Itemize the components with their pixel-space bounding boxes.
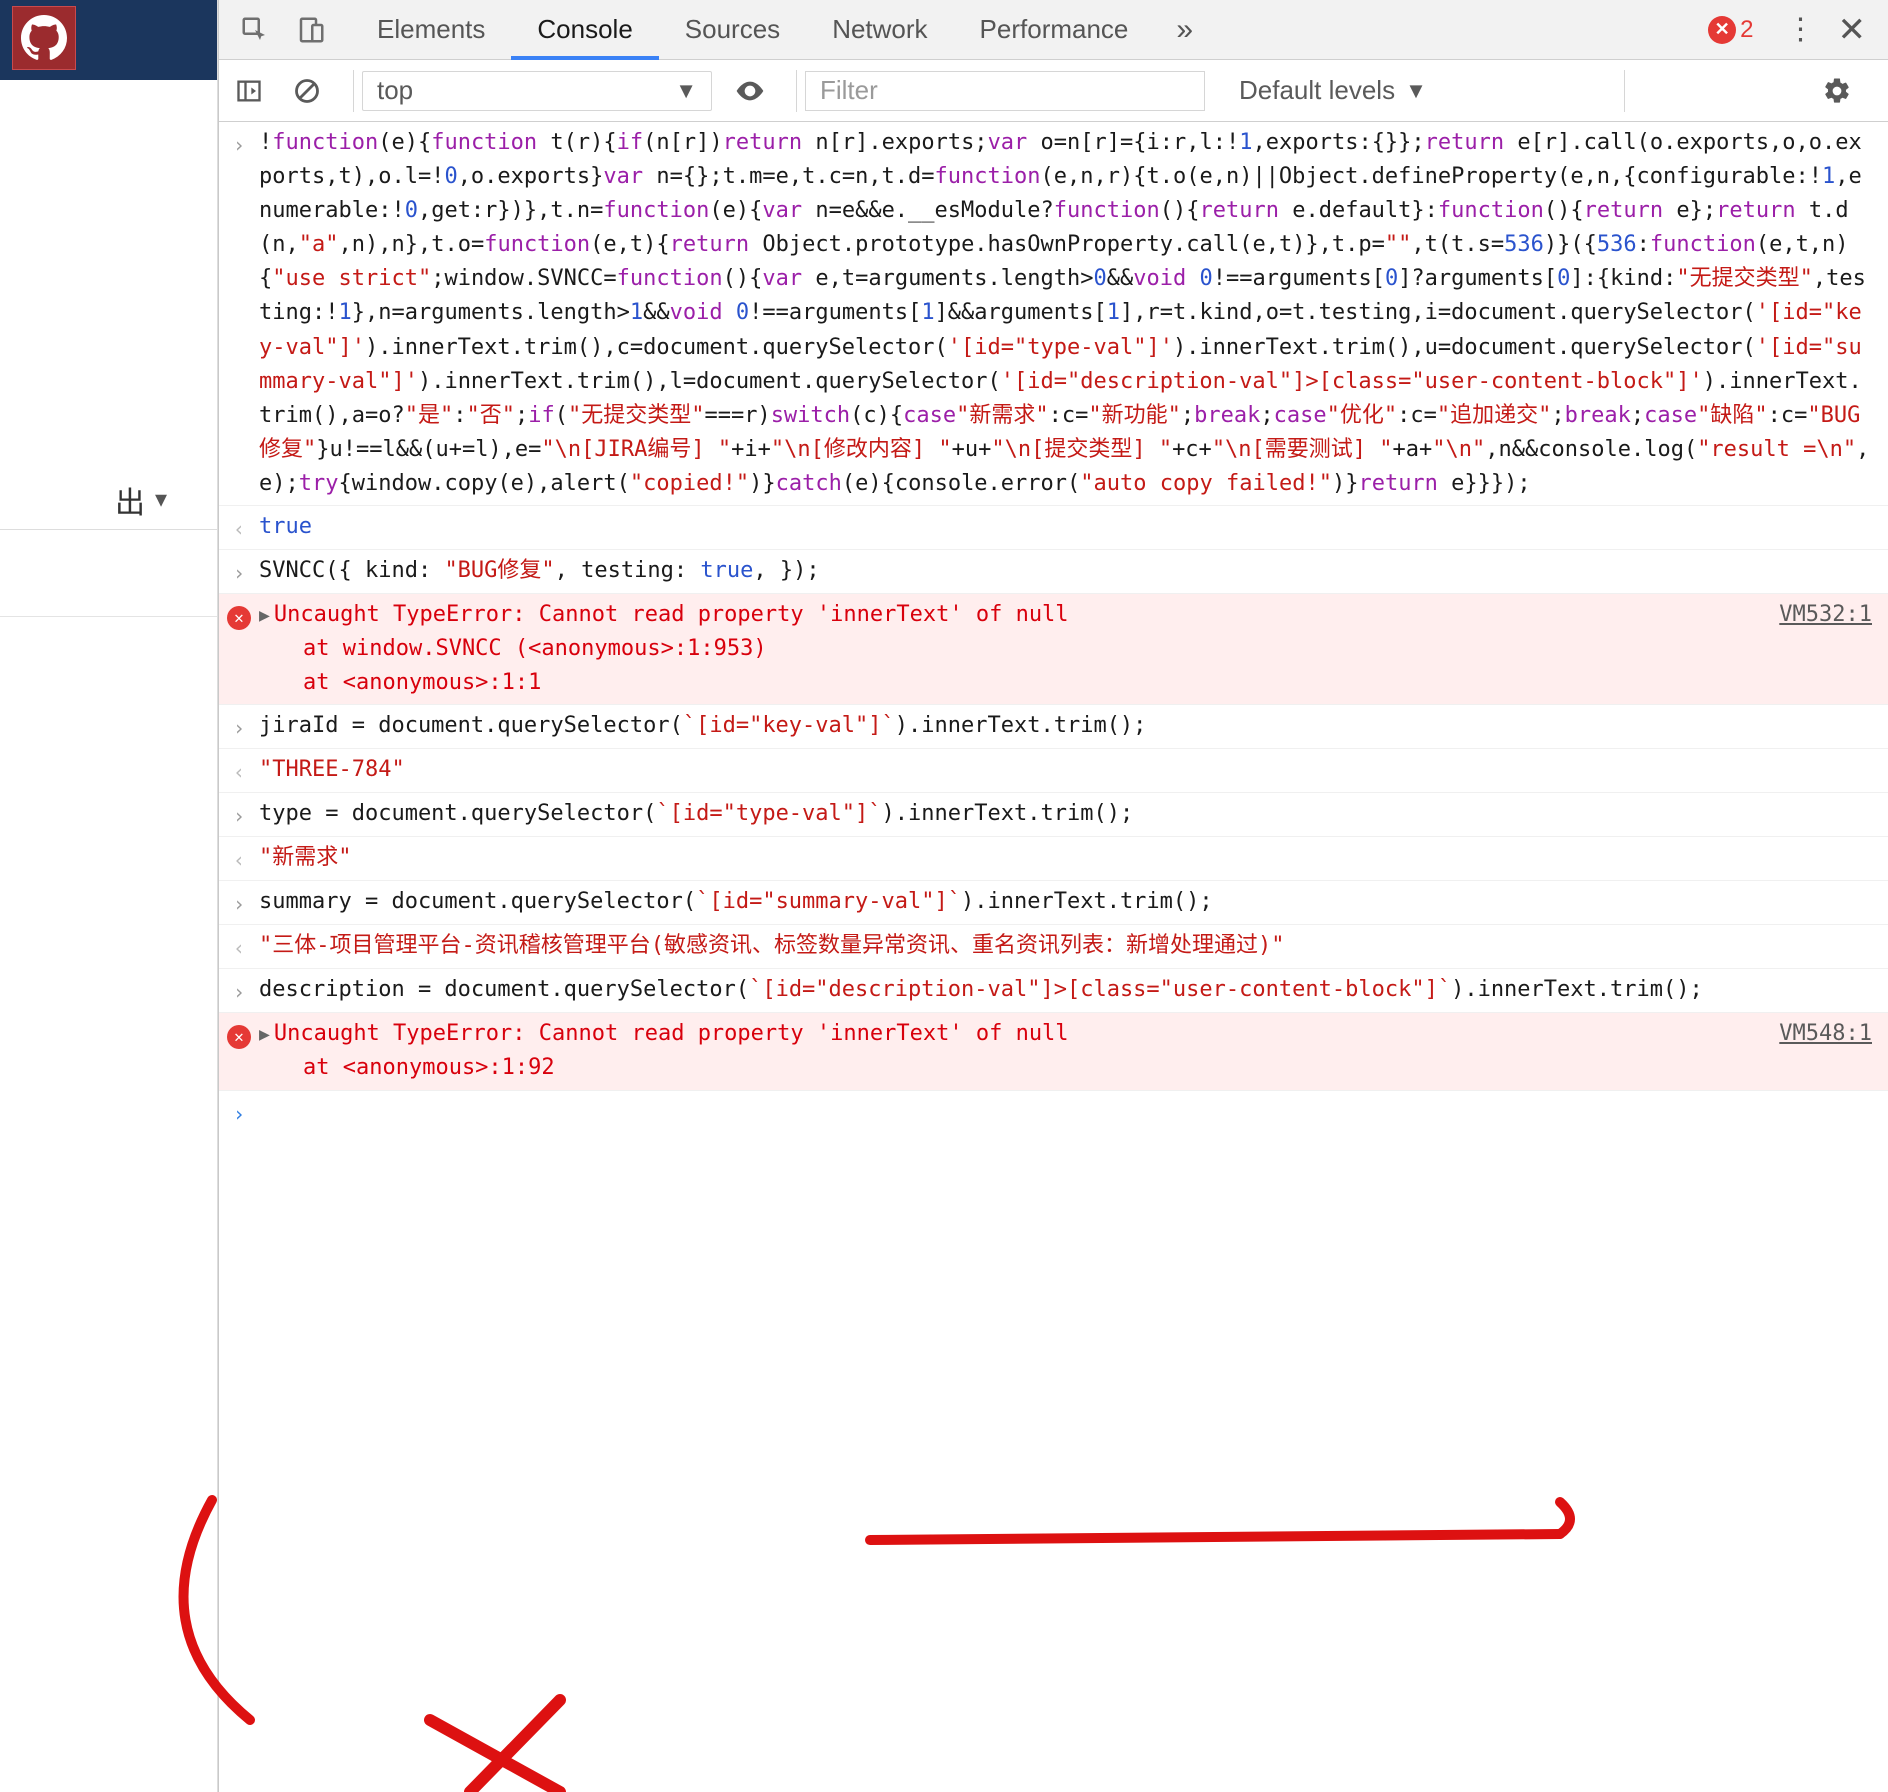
console-output-row: ‹ true	[219, 506, 1888, 550]
chevron-left-icon: ‹	[233, 845, 245, 876]
tab-elements[interactable]: Elements	[351, 0, 511, 60]
tab-performance[interactable]: Performance	[954, 0, 1155, 60]
console-result: "新需求"	[259, 841, 1872, 876]
devtools-tab-strip: Elements Console Sources Network Perform…	[219, 0, 1888, 60]
console-prompt-input[interactable]	[259, 1095, 1872, 1130]
chevron-right-icon: ›	[233, 801, 245, 832]
caret-down-icon: ▼	[675, 78, 697, 104]
app-header	[0, 0, 217, 80]
console-input-row: › summary = document.querySelector(`[id=…	[219, 881, 1888, 925]
divider	[0, 616, 217, 617]
console-result: "三体-项目管理平台-资讯稽核管理平台(敏感资讯、标签数量异常资讯、重名资讯列表…	[259, 929, 1872, 964]
clear-console-icon[interactable]	[287, 71, 327, 111]
error-count: 2	[1740, 16, 1753, 44]
console-code: description = document.querySelector(`[i…	[259, 973, 1872, 1008]
live-expression-icon[interactable]	[730, 71, 770, 111]
inspect-element-icon[interactable]	[233, 8, 277, 52]
console-output-row: ‹ "THREE-784"	[219, 749, 1888, 793]
console-input-row: › SVNCC({ kind: "BUG修复", testing: true, …	[219, 550, 1888, 594]
context-selector[interactable]: top ▼	[362, 71, 712, 111]
app-sliver: 出 ▾	[0, 0, 218, 1792]
tab-console[interactable]: Console	[511, 0, 658, 60]
console-output-row: ‹ "新需求"	[219, 837, 1888, 881]
console-code: jiraId = document.querySelector(`[id="ke…	[259, 709, 1872, 744]
caret-down-icon: ▼	[1405, 78, 1427, 104]
error-message: ▶Uncaught TypeError: Cannot read propert…	[259, 598, 1749, 700]
console-prompt-row[interactable]: ›	[219, 1091, 1888, 1134]
filter-input[interactable]	[805, 71, 1205, 111]
log-levels-label: Default levels	[1239, 75, 1395, 106]
device-toolbar-icon[interactable]	[289, 8, 333, 52]
chevron-right-icon: ›	[233, 713, 245, 744]
chevron-right-icon: ›	[233, 130, 245, 501]
error-badge[interactable]: ✕ 2	[1708, 16, 1767, 44]
console-code: summary = document.querySelector(`[id="s…	[259, 885, 1872, 920]
console-input-row: › jiraId = document.querySelector(`[id="…	[219, 705, 1888, 749]
console-result: true	[259, 510, 1872, 545]
chevron-left-icon: ‹	[233, 933, 245, 964]
error-icon: ✕	[227, 1025, 251, 1049]
octocat-icon	[21, 15, 67, 61]
console-error-row[interactable]: ✕ ▶Uncaught TypeError: Cannot read prope…	[219, 1013, 1888, 1090]
console-output-row: ‹ "三体-项目管理平台-资讯稽核管理平台(敏感资讯、标签数量异常资讯、重名资讯…	[219, 925, 1888, 969]
disclosure-triangle-icon[interactable]: ▶	[259, 1024, 270, 1045]
console-result: "THREE-784"	[259, 753, 1872, 788]
console-error-row[interactable]: ✕ ▶Uncaught TypeError: Cannot read prope…	[219, 594, 1888, 705]
app-logo[interactable]	[12, 6, 76, 70]
close-devtools-icon[interactable]: ✕	[1838, 10, 1867, 50]
console-input-row: › !function(e){function t(r){if(n[r])ret…	[219, 122, 1888, 506]
error-icon: ✕	[227, 606, 251, 630]
chevron-right-icon: ›	[233, 1099, 245, 1130]
console-settings-icon[interactable]	[1820, 71, 1860, 111]
console-code: type = document.querySelector(`[id="type…	[259, 797, 1872, 832]
export-label: 出	[115, 478, 145, 522]
chevron-left-icon: ‹	[233, 757, 245, 788]
tab-sources[interactable]: Sources	[659, 0, 806, 60]
chevron-right-icon: ›	[233, 889, 245, 920]
export-dropdown[interactable]: 出 ▾	[0, 470, 217, 530]
log-levels-selector[interactable]: Default levels ▼	[1229, 75, 1437, 106]
chevron-left-icon: ‹	[233, 514, 245, 545]
tab-network[interactable]: Network	[806, 0, 953, 60]
context-value: top	[377, 75, 413, 106]
caret-down-icon: ▾	[155, 485, 167, 514]
console-input-row: › type = document.querySelector(`[id="ty…	[219, 793, 1888, 837]
error-message: ▶Uncaught TypeError: Cannot read propert…	[259, 1017, 1749, 1085]
error-source-link[interactable]: VM548:1	[1749, 1017, 1872, 1085]
devtools-menu-icon[interactable]: ⋮	[1786, 12, 1816, 47]
console-input-row: › description = document.querySelector(`…	[219, 969, 1888, 1013]
chevron-right-icon: ›	[233, 977, 245, 1008]
console-sidebar-toggle-icon[interactable]	[229, 71, 269, 111]
console-code: !function(e){function t(r){if(n[r])retur…	[259, 126, 1872, 501]
console-output[interactable]: › !function(e){function t(r){if(n[r])ret…	[219, 122, 1888, 1792]
console-code: SVNCC({ kind: "BUG修复", testing: true, })…	[259, 554, 1872, 589]
tabs-overflow-icon[interactable]: »	[1154, 13, 1215, 47]
devtools-panel: Elements Console Sources Network Perform…	[218, 0, 1888, 1792]
disclosure-triangle-icon[interactable]: ▶	[259, 605, 270, 626]
console-toolbar: top ▼ Default levels ▼	[219, 60, 1888, 122]
error-icon: ✕	[1708, 16, 1736, 44]
error-source-link[interactable]: VM532:1	[1749, 598, 1872, 700]
chevron-right-icon: ›	[233, 558, 245, 589]
